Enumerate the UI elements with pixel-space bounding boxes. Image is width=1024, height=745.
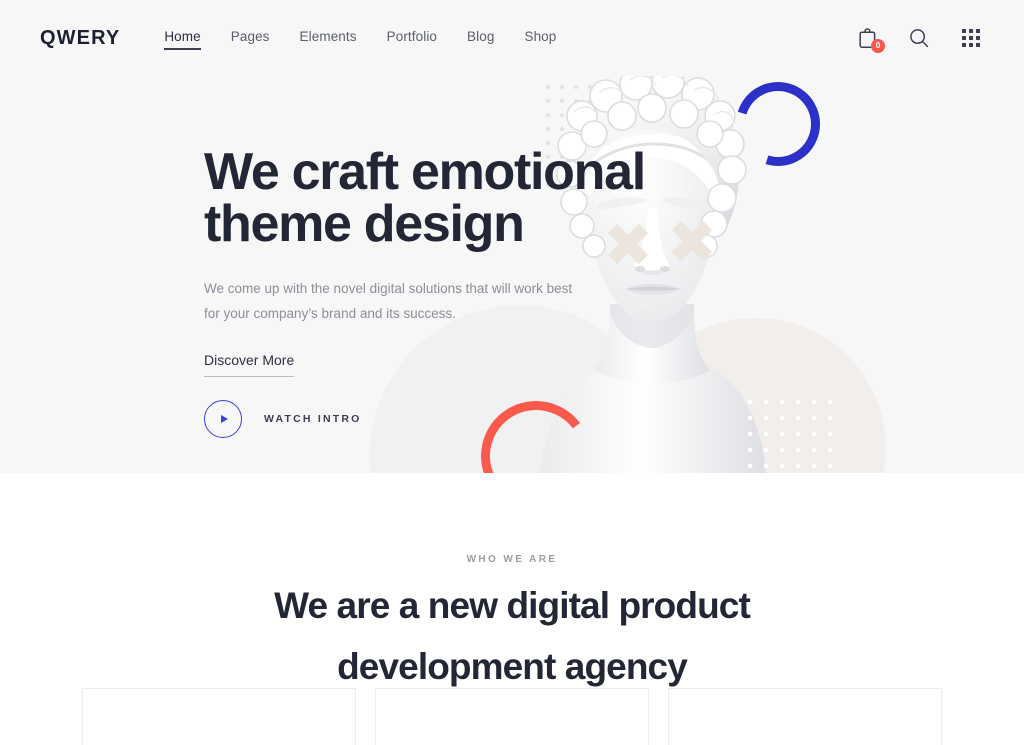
decor-dot-grid-bottom-right	[742, 394, 842, 473]
cart-button[interactable]: 0	[854, 25, 885, 53]
discover-more-link[interactable]: Discover More	[204, 352, 295, 377]
search-button[interactable]	[906, 25, 932, 51]
play-icon[interactable]	[204, 400, 242, 438]
grid-menu-icon	[962, 29, 980, 47]
watch-intro-button[interactable]: WATCH INTRO	[204, 400, 362, 438]
about-eyebrow: WHO WE ARE	[466, 554, 558, 565]
bar-chart-icon	[83, 741, 355, 745]
eye-cross-left-icon	[606, 222, 650, 266]
search-icon	[910, 29, 929, 48]
feature-cards	[82, 688, 942, 745]
nav-item-portfolio[interactable]: Portfolio	[387, 29, 437, 48]
nav-item-home[interactable]: Home	[164, 29, 202, 50]
site-header: QWERY Home Pages Elements Portfolio Blog…	[0, 0, 1024, 76]
feature-card-1[interactable]	[82, 688, 356, 745]
blank-icon	[376, 741, 648, 745]
hero-copy: We craft emotional theme design We come …	[204, 143, 646, 377]
about-title-line-2: development agency	[337, 646, 688, 687]
main-nav: Home Pages Elements Portfolio Blog Shop	[164, 29, 556, 50]
nav-item-elements[interactable]: Elements	[300, 29, 357, 48]
about-title-line-1: We are a new digital product	[274, 585, 751, 626]
feature-card-2[interactable]	[375, 688, 649, 745]
hero-title-line-1: We craft emotional	[204, 143, 646, 201]
watch-intro-label: WATCH INTRO	[264, 413, 362, 425]
feature-card-3[interactable]	[668, 688, 942, 745]
grid-menu-button[interactable]	[958, 25, 984, 51]
nav-item-shop[interactable]: Shop	[524, 29, 556, 48]
brand-logo[interactable]: QWERY	[40, 28, 120, 48]
hero-subtitle: We come up with the novel digital soluti…	[204, 281, 573, 321]
nav-item-blog[interactable]: Blog	[467, 29, 494, 48]
cart-badge: 0	[871, 39, 885, 53]
nav-item-pages[interactable]: Pages	[231, 29, 270, 48]
eye-cross-right-icon	[670, 219, 714, 263]
header-actions: 0	[854, 25, 984, 53]
about-section: WHO WE ARE We are a new digital product …	[0, 473, 1024, 687]
arc-icon	[669, 741, 941, 745]
hero-title-line-2: theme design	[204, 195, 525, 253]
page-root: We craft emotional theme design We come …	[0, 0, 1024, 745]
